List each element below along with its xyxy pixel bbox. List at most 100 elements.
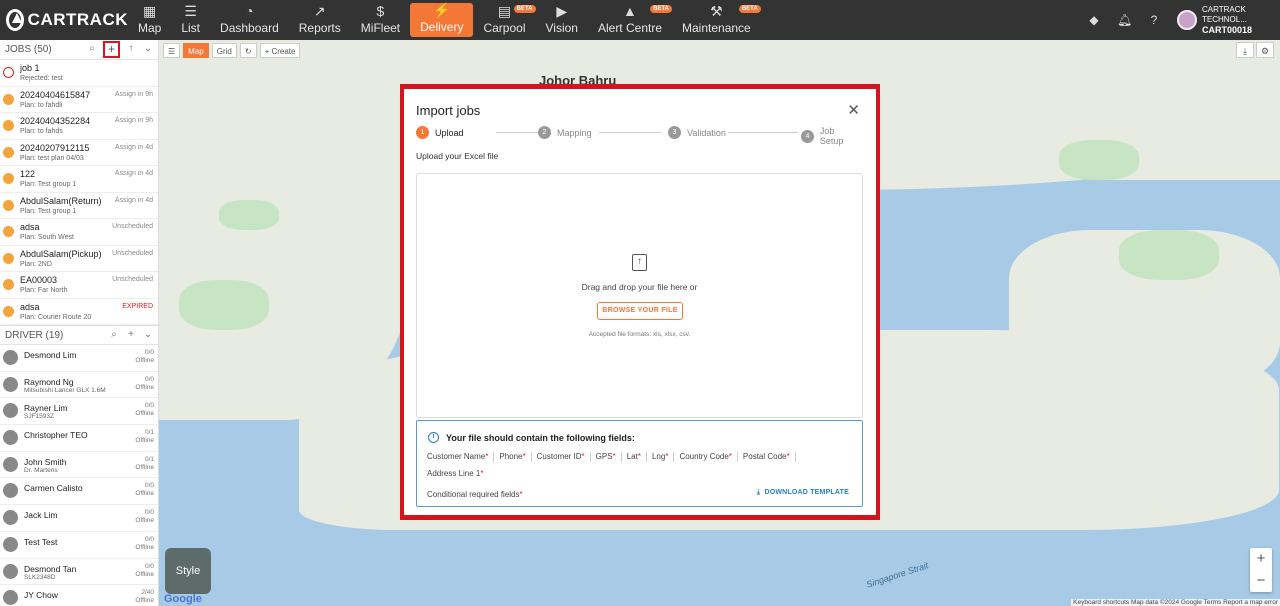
driver-avatar xyxy=(3,456,18,472)
job-list-item[interactable]: 20240207912115 Plan: test plan 04/03 Assig… xyxy=(0,140,158,166)
top-navigation-bar: CARTRACK ▦ Map ☰ List ◔ Dashboard ↗ Reports $ MiF… xyxy=(0,0,1280,40)
job-list-item[interactable]: adsa Plan: South West Unscheduled xyxy=(0,219,158,246)
job-list-item[interactable]: 20240404352284 Plan: to fahds Assign in 9h xyxy=(0,113,158,140)
nav-item-mifleet[interactable]: $ MiFleet xyxy=(351,0,410,40)
field-name: Country Code xyxy=(679,452,729,461)
driver-list-item[interactable]: Rayner Lim SJF1593Z 0/0 Offline xyxy=(0,398,158,426)
nav-item-maintenance[interactable]: ⚒ Maintenance BETA xyxy=(672,0,761,40)
driver-list-item[interactable]: Desmond Tan SLK2348D 0/0 Offline xyxy=(0,559,158,586)
add-driver-button[interactable]: + xyxy=(125,329,137,342)
step-connector xyxy=(496,132,538,133)
nav-item-carpool[interactable]: ▤ Carpool BETA xyxy=(473,0,536,40)
bolt-icon: ⚡ xyxy=(433,2,451,18)
settings-icon[interactable]: ⚙ xyxy=(1256,42,1274,58)
driver-list-item[interactable]: Desmond Lim 0/0 Offline xyxy=(0,345,158,372)
required-asterisk: * xyxy=(665,452,669,461)
calendar-icon: ▤ xyxy=(497,3,512,19)
shield-icon[interactable]: ◆ xyxy=(1087,13,1101,27)
nav-item-delivery[interactable]: ⚡ Delivery xyxy=(410,2,474,37)
driver-state: Offline xyxy=(135,597,154,605)
driver-status: 0/0 Offline xyxy=(135,509,154,525)
import-jobs-dialog: Import jobs ✕ 1 Upload 2 Mapping 3 Valid… xyxy=(404,89,876,515)
close-icon[interactable]: ✕ xyxy=(847,101,860,119)
map-style-button[interactable]: Style xyxy=(165,548,211,594)
main-nav: ▦ Map ☰ List ◔ Dashboard ↗ Reports $ MiFleet ⚡ Deli… xyxy=(128,0,761,40)
chevron-down-icon[interactable]: ⌄ xyxy=(142,43,154,56)
chevron-down-icon[interactable]: ⌄ xyxy=(142,329,154,342)
job-plan: Plan: Test group 1 xyxy=(20,207,77,215)
step-label: Upload xyxy=(435,127,464,138)
map-park xyxy=(219,200,279,230)
download-template-button[interactable]: ⤓ DOWNLOAD TEMPLATE xyxy=(757,489,849,497)
job-list-item[interactable]: job 1 Rejected: test xyxy=(0,60,158,87)
driver-list-item[interactable]: Test Test 0/0 Offline xyxy=(0,532,158,559)
zoom-controls: + − xyxy=(1250,548,1272,592)
browse-file-button[interactable]: BROWSE YOUR FILE xyxy=(597,302,683,320)
clock-icon xyxy=(3,173,14,184)
search-icon[interactable]: ⌕ xyxy=(86,43,98,56)
info-icon: i xyxy=(428,432,439,443)
download-icon[interactable]: ⤓ xyxy=(1236,42,1254,58)
account-info[interactable]: CARTRACK TECHNOL... CART00018 xyxy=(1202,5,1280,35)
required-asterisk: * xyxy=(612,452,616,461)
required-field: Customer ID* xyxy=(537,452,591,462)
brand-logo[interactable]: CARTRACK xyxy=(0,0,128,40)
driver-state: Offline xyxy=(135,517,154,525)
job-list-item[interactable]: EA00003 Plan: Far North Unscheduled xyxy=(0,272,158,299)
nav-label: Maintenance xyxy=(682,21,751,35)
nav-item-reports[interactable]: ↗ Reports xyxy=(289,0,351,40)
notification-bell-icon[interactable]: 🔔︎ xyxy=(1117,13,1132,27)
job-list-item[interactable]: AbdulSalam(Return) Plan: Test group 1 Assi… xyxy=(0,193,158,219)
step-connector xyxy=(728,132,798,133)
nav-item-dashboard[interactable]: ◔ Dashboard xyxy=(210,0,289,40)
nav-item-vision[interactable]: ▶ Vision xyxy=(536,0,588,40)
field-name: Customer ID xyxy=(536,452,582,461)
grid-view-tab[interactable]: Grid xyxy=(211,42,237,58)
nav-item-map[interactable]: ▦ Map xyxy=(128,0,171,40)
file-dropzone[interactable]: ↑ Drag and drop your file here or BROWSE… xyxy=(416,173,863,418)
help-icon[interactable]: ? xyxy=(1147,13,1161,27)
user-avatar[interactable] xyxy=(1177,10,1197,30)
driver-avatar xyxy=(3,350,18,365)
file-upload-icon: ↑ xyxy=(632,254,647,271)
required-fields-list: Customer Name* Phone* Customer ID* GPS* Lat*… xyxy=(427,452,847,486)
nav-label: Map xyxy=(138,21,162,35)
nav-item-alert-centre[interactable]: ▲ Alert Centre BETA xyxy=(588,0,672,40)
required-field: Country Code* xyxy=(679,452,738,462)
driver-status: 0/0 Offline xyxy=(135,563,154,579)
job-plan: Plan: to fahds xyxy=(20,128,63,135)
create-button[interactable]: + Create xyxy=(259,42,301,58)
driver-list-item[interactable]: Christopher TEO 0/1 Offline xyxy=(0,425,158,452)
nav-item-list[interactable]: ☰ List xyxy=(171,0,210,40)
job-list-item[interactable]: 122 Plan: Test group 1 Assign in 4d xyxy=(0,166,158,193)
map-attribution[interactable]: Keyboard shortcuts Map data ©2024 Google… xyxy=(1071,599,1280,606)
job-status: Unscheduled xyxy=(112,276,153,283)
step-connector xyxy=(599,132,661,133)
job-list-item[interactable]: adsa Plan: Courier Route 20 EXPIRED xyxy=(0,299,158,325)
refresh-icon[interactable]: ↻ xyxy=(239,42,257,58)
driver-list-item[interactable]: John Smith Dr. Martens 0/1 Offline xyxy=(0,452,158,479)
driver-list-item[interactable]: Jack Lim 0/0 Offline xyxy=(0,505,158,532)
clock-icon xyxy=(3,305,14,317)
driver-list-item[interactable]: JY Chow 2/40 Offline xyxy=(0,585,158,606)
driver-list-item[interactable]: Carmen Calisto 0/0 Offline xyxy=(0,478,158,506)
field-name: Customer Name xyxy=(427,452,486,461)
upload-icon[interactable]: ↑ xyxy=(125,43,137,56)
job-list-item[interactable]: AbdulSalam(Pickup) Plan: 2ND Unscheduled xyxy=(0,246,158,272)
required-asterisk: * xyxy=(522,452,526,461)
top-right-controls: ◆ 🔔︎ ? CARTRACK TECHNOL... CART00018 xyxy=(1087,0,1280,40)
driver-state: Offline xyxy=(135,570,154,578)
map-view-tab[interactable]: Map xyxy=(183,42,209,58)
zoom-out-button[interactable]: − xyxy=(1250,570,1272,592)
driver-list-item[interactable]: Raymond Ng Mitsubishi Lancer GLX 1.6M 0/0 O… xyxy=(0,372,158,399)
search-icon[interactable]: ⌕ xyxy=(108,329,120,342)
zoom-in-button[interactable]: + xyxy=(1250,548,1272,570)
driver-status: 0/1 Offline xyxy=(135,456,154,472)
job-status: EXPIRED xyxy=(122,302,153,310)
clock-icon xyxy=(3,226,14,237)
add-job-button[interactable]: + xyxy=(103,41,120,58)
nav-label: List xyxy=(181,21,201,35)
list-toggle-icon[interactable]: ☰ xyxy=(163,42,181,58)
driver-state: Offline xyxy=(135,357,154,364)
job-list-item[interactable]: 20240404615847 Plan: to fahdli Assign in 9… xyxy=(0,87,158,113)
